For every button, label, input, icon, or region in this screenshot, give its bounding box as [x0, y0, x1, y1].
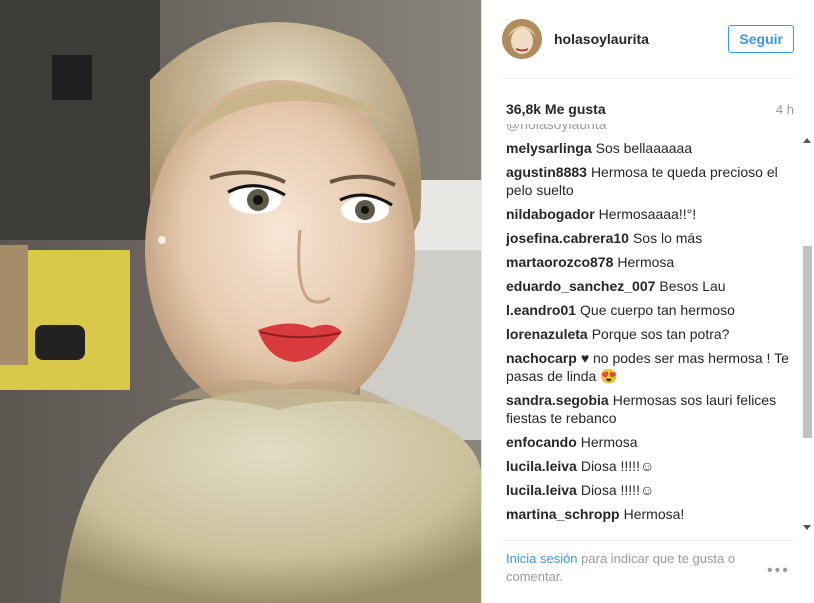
comment-username[interactable]: martaorozco878 [506, 254, 613, 270]
comments-list[interactable]: @holasoylaurita melysarlinga Sos bellaaaa… [506, 124, 794, 536]
comment-username[interactable]: sandra.segobia [506, 392, 609, 408]
comment-text: Diosa !!!!!☺ [580, 458, 655, 474]
comment: l.eandro01 Que cuerpo tan hermoso [506, 301, 794, 319]
comment-username[interactable]: lorenazuleta [506, 326, 588, 342]
comment-username[interactable]: eduardo_sanchez_007 [506, 278, 655, 294]
comments-scrollbar[interactable] [801, 136, 813, 532]
comment-username[interactable]: josefina.cabrera10 [506, 230, 629, 246]
scroll-down-arrow-icon[interactable] [803, 525, 811, 530]
comment: sandra.segobia Hermosas sos lauri felices… [506, 391, 794, 427]
comment: martina_schropp Hermosa! [506, 505, 794, 523]
scrollbar-thumb[interactable] [803, 246, 812, 438]
comment-username[interactable]: martina_schropp [506, 506, 620, 522]
comment-text: Sos bellaaaaaa [595, 140, 693, 156]
comment-username[interactable]: enfocando [506, 434, 577, 450]
comment-username[interactable]: melysarlinga [506, 140, 592, 156]
username-link[interactable]: holasoylaurita [554, 31, 728, 47]
comment: lucila.leiva Diosa !!!!!☺ [506, 457, 794, 475]
comment-text: Hermosa! [623, 506, 685, 522]
follow-button[interactable]: Seguir [728, 25, 794, 53]
comment: nildabogador Hermosaaaa!!°! [506, 205, 794, 223]
footer-divider [502, 540, 794, 541]
more-options-icon[interactable]: ••• [767, 562, 790, 580]
post-meta: 36,8k Me gusta 4 h [506, 99, 794, 119]
comment: lorenazuleta Porque sos tan potra? [506, 325, 794, 343]
scroll-up-arrow-icon[interactable] [803, 138, 811, 143]
post-photo[interactable] [0, 0, 481, 603]
comment-text: Hermosaaaa!!°! [598, 206, 697, 222]
login-prompt: Inicia sesión para indicar que te gusta … [506, 550, 766, 586]
avatar[interactable] [502, 19, 542, 59]
comment-username[interactable]: nildabogador [506, 206, 595, 222]
selfie-image [0, 0, 481, 603]
comment-username[interactable]: agustin8883 [506, 164, 587, 180]
header-divider [502, 78, 794, 79]
comment-username[interactable]: lucila.leiva [506, 482, 577, 498]
comment: eduardo_sanchez_007 Besos Lau [506, 277, 794, 295]
post-sidebar: holasoylaurita Seguir 36,8k Me gusta 4 h… [481, 0, 814, 603]
comment: josefina.cabrera10 Sos lo más [506, 229, 794, 247]
likes-count[interactable]: 36,8k Me gusta [506, 101, 606, 117]
comment-username[interactable]: lucila.leiva [506, 458, 577, 474]
comment-username[interactable]: l.eandro01 [506, 302, 576, 318]
comment: enfocando Hermosa [506, 433, 794, 451]
comment: lucila.leiva Diosa !!!!!☺ [506, 481, 794, 499]
comment-partial: @holasoylaurita [506, 124, 607, 132]
post-time[interactable]: 4 h [776, 102, 794, 117]
comment-text: Besos Lau [659, 278, 726, 294]
comment-username[interactable]: nachocarp [506, 350, 577, 366]
comment: nachocarp ♥ no podes ser mas hermosa ! Te… [506, 349, 794, 385]
comment-text: Que cuerpo tan hermoso [580, 302, 735, 318]
login-link[interactable]: Inicia sesión [506, 551, 578, 566]
post-modal: holasoylaurita Seguir 36,8k Me gusta 4 h… [0, 0, 814, 603]
comment: melysarlinga Sos bellaaaaaa [506, 139, 794, 157]
comment: agustin8883 Hermosa te queda precioso el … [506, 163, 794, 199]
avatar-image [502, 19, 542, 59]
comment-text: Sos lo más [632, 230, 703, 246]
comment-text: Diosa !!!!!☺ [580, 482, 655, 498]
post-header: holasoylaurita Seguir [502, 16, 794, 62]
comment: martaorozco878 Hermosa [506, 253, 794, 271]
comment-text: Hermosa [617, 254, 675, 270]
comment-text: Porque sos tan potra? [591, 326, 730, 342]
comment-text: Hermosa [580, 434, 638, 450]
